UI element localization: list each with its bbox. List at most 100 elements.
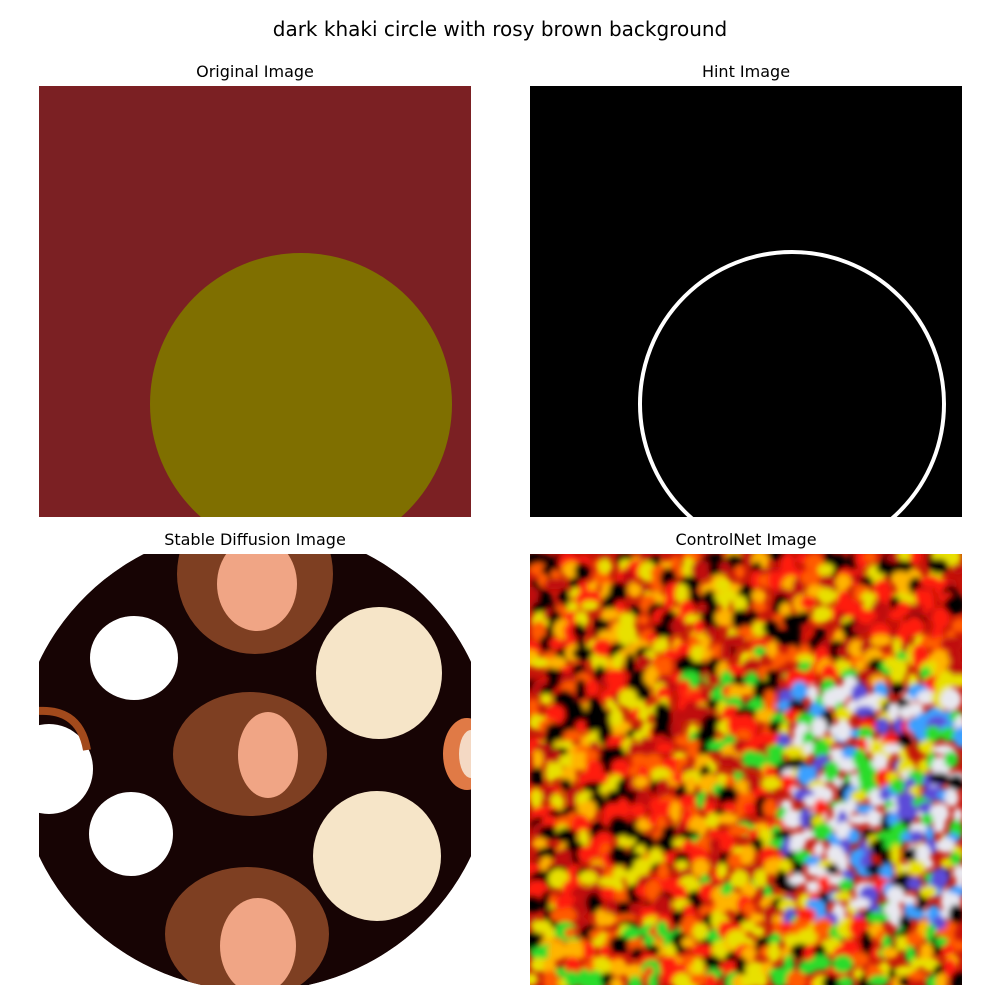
controlnet-image xyxy=(530,554,962,985)
noise-blob xyxy=(919,885,937,899)
noise-blob xyxy=(825,863,840,875)
noise-blob xyxy=(719,561,731,575)
noise-blob xyxy=(944,788,959,807)
noise-blob xyxy=(811,717,827,738)
noise-blob xyxy=(612,653,624,671)
noise-blob xyxy=(572,646,594,661)
figure: dark khaki circle with rosy brown backgr… xyxy=(0,0,1000,1000)
noise-blob xyxy=(947,650,962,661)
hint-background xyxy=(530,86,962,517)
noise-blob xyxy=(670,721,682,737)
sd-core-middle xyxy=(238,712,298,798)
noise-blob xyxy=(609,958,628,977)
noise-blob xyxy=(663,597,674,610)
noise-blob xyxy=(907,876,923,891)
noise-blob xyxy=(835,727,851,741)
noise-blob xyxy=(850,951,870,967)
noise-blob xyxy=(633,776,650,789)
noise-blob xyxy=(575,678,587,700)
noise-blob xyxy=(638,707,650,722)
noise-blob xyxy=(906,860,927,876)
noise-blob xyxy=(548,637,564,650)
noise-blob xyxy=(717,785,738,805)
noise-blob xyxy=(655,742,674,754)
noise-blob xyxy=(739,844,756,865)
noise-blob xyxy=(539,825,558,840)
noise-blob xyxy=(753,869,768,888)
noise-blob xyxy=(866,809,883,828)
noise-blob xyxy=(669,801,681,823)
noise-blob xyxy=(786,645,799,664)
noise-blob xyxy=(848,814,870,825)
noise-blob xyxy=(728,824,751,837)
noise-blob xyxy=(940,637,962,652)
noise-blob xyxy=(907,909,925,920)
noise-blob xyxy=(796,611,811,623)
sd-cream-disc-bottom xyxy=(313,791,441,921)
noise-blob xyxy=(814,841,825,856)
panel-title-hint: Hint Image xyxy=(701,62,791,81)
noise-blob xyxy=(762,799,778,818)
noise-blob xyxy=(908,970,926,982)
noise-blob xyxy=(920,813,934,826)
noise-blob xyxy=(691,858,711,878)
noise-blob xyxy=(703,955,721,969)
noise-blob xyxy=(867,911,889,924)
noise-blob xyxy=(599,912,616,927)
noise-blob xyxy=(800,595,816,610)
noise-blob xyxy=(845,798,857,814)
noise-blob xyxy=(817,875,831,891)
noise-blob xyxy=(879,788,891,801)
noise-blob xyxy=(625,652,636,674)
noise-blob xyxy=(574,562,590,580)
noise-blob xyxy=(832,954,854,974)
original-image xyxy=(39,86,471,517)
noise-blob xyxy=(549,762,564,780)
noise-blob xyxy=(708,838,721,852)
noise-blob xyxy=(634,803,646,819)
noise-blob xyxy=(767,942,781,963)
noise-blob xyxy=(891,681,905,695)
noise-blob xyxy=(720,640,731,662)
noise-blob xyxy=(753,645,767,657)
noise-blob xyxy=(838,879,855,892)
noise-blob xyxy=(734,564,746,579)
noise-blob xyxy=(949,851,962,866)
noise-blob xyxy=(742,802,756,815)
noise-blob xyxy=(705,674,722,685)
noise-blob xyxy=(732,674,745,686)
noise-blob xyxy=(889,609,904,621)
noise-blob xyxy=(919,942,934,961)
noise-blob xyxy=(831,891,853,902)
noise-blob xyxy=(944,751,959,769)
noise-blob xyxy=(572,623,586,639)
noise-blob xyxy=(691,943,713,957)
noise-blob xyxy=(767,571,783,590)
noise-blob xyxy=(637,614,650,626)
noise-blob xyxy=(635,682,650,702)
stable-diffusion-image xyxy=(39,554,471,985)
noise-blob xyxy=(834,706,852,723)
noise-blob xyxy=(910,958,922,970)
noise-blob xyxy=(928,772,951,784)
noise-blob xyxy=(890,843,901,865)
noise-blob xyxy=(731,609,750,629)
noise-blob xyxy=(597,559,613,574)
noise-blob xyxy=(930,867,949,889)
noise-blob xyxy=(931,607,950,629)
noise-blob xyxy=(875,717,890,735)
noise-blob xyxy=(600,608,620,621)
noise-blob xyxy=(837,646,849,658)
noise-blob xyxy=(719,833,736,853)
noise-blob xyxy=(788,873,807,886)
noise-blob xyxy=(616,901,632,916)
noise-blob xyxy=(751,589,767,604)
noise-blob xyxy=(803,669,816,685)
noise-blob xyxy=(940,688,962,711)
noise-blob xyxy=(924,725,942,743)
noise-blob xyxy=(581,600,600,612)
noise-blob xyxy=(944,921,958,933)
noise-blob xyxy=(852,623,868,634)
noise-blob xyxy=(636,654,652,670)
noise-blob xyxy=(750,925,766,937)
